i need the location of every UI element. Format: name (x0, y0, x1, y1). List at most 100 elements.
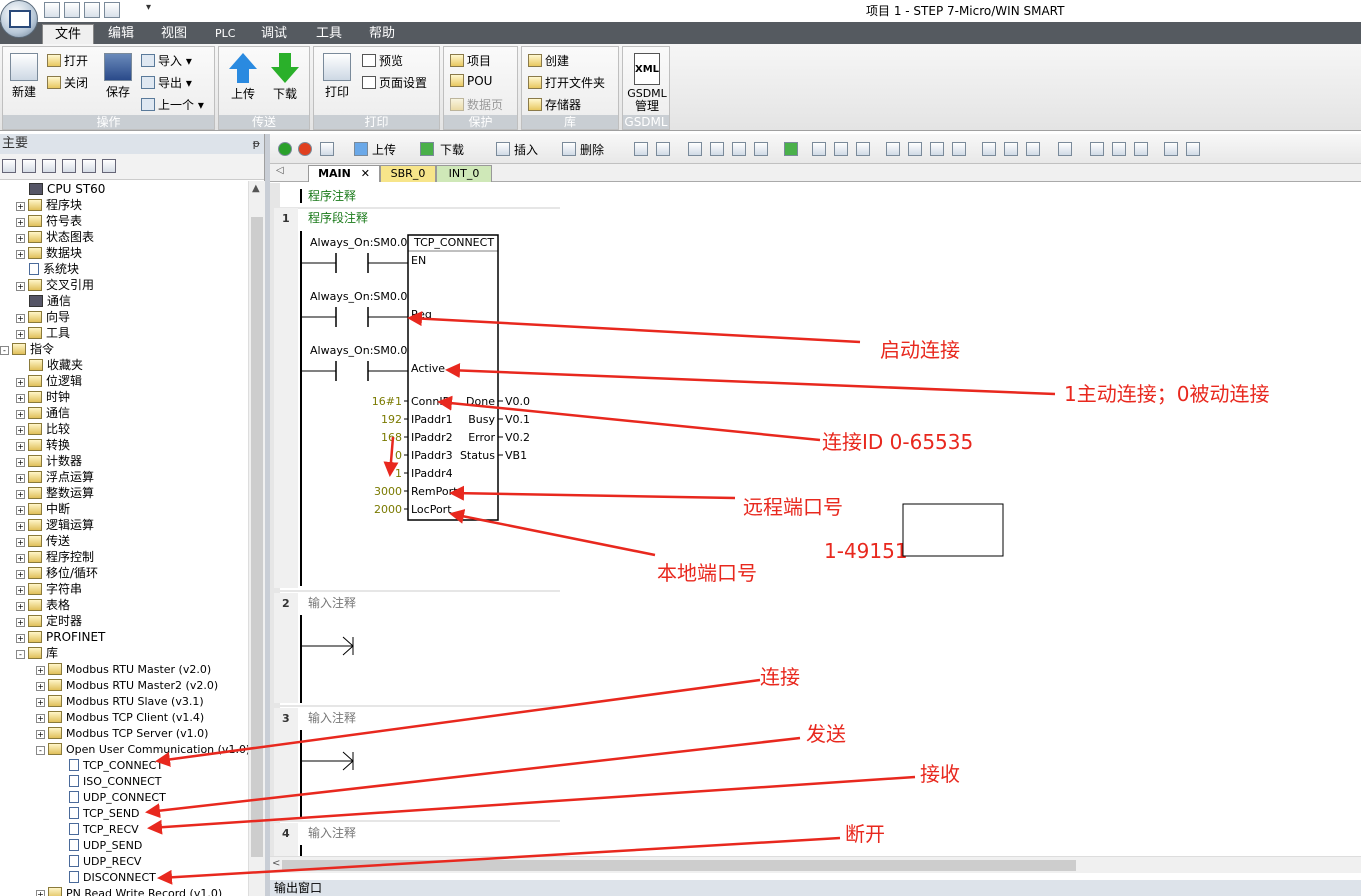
lock-icon[interactable] (834, 142, 848, 156)
expand-icon[interactable]: + (16, 282, 25, 291)
toolbar-icon[interactable] (1186, 142, 1200, 156)
toolbar-icon[interactable] (1134, 142, 1148, 156)
toolbar-icon[interactable] (634, 142, 648, 156)
tree-item[interactable]: + 中断 (16, 501, 70, 517)
protect-project-button[interactable]: 项目 (450, 52, 491, 69)
input-value[interactable]: 0 (395, 449, 402, 462)
tree-item[interactable]: + Modbus TCP Client (v1.4) (36, 709, 204, 725)
contact-active[interactable]: Always_On:SM0.0 (301, 344, 408, 381)
run-icon[interactable] (278, 142, 292, 156)
toolbar-icon[interactable] (1090, 142, 1104, 156)
expand-icon[interactable]: + (16, 506, 25, 515)
tab-help[interactable]: 帮助 (369, 24, 395, 44)
gsdml-manage-button[interactable]: XML GSDML 管理 (625, 49, 669, 113)
expand-icon[interactable]: + (16, 538, 25, 547)
expand-icon[interactable]: + (16, 442, 25, 451)
protect-datablock-button[interactable]: 数据页 (450, 96, 503, 113)
view-icon[interactable] (62, 159, 76, 173)
input-value[interactable]: 16#1 (372, 395, 402, 408)
tree-item[interactable]: + 符号表 (16, 213, 82, 229)
upload-icon[interactable] (354, 142, 368, 156)
tree-item[interactable]: 系统块 (16, 261, 79, 277)
tree-item[interactable]: TCP_RECV (56, 821, 139, 837)
pin-icon[interactable]: ᵽ (253, 134, 260, 154)
new-button[interactable]: 新建 (7, 53, 41, 100)
create-library-button[interactable]: 创建 (528, 52, 569, 69)
new-file-icon[interactable] (44, 2, 60, 18)
tree-item[interactable]: TCP_SEND (56, 805, 140, 821)
line-up-icon[interactable] (930, 142, 944, 156)
program-comment[interactable]: 程序注释 (308, 188, 356, 203)
output-value[interactable]: V0.2 (505, 431, 530, 444)
input-value[interactable]: 192 (381, 413, 402, 426)
tab-tools[interactable]: 工具 (316, 24, 342, 44)
expand-icon[interactable]: + (16, 218, 25, 227)
tree-item[interactable]: + 向导 (16, 309, 70, 325)
tab-debug[interactable]: 调试 (261, 24, 287, 44)
protect-pou-button[interactable]: POU (450, 74, 492, 88)
output-value[interactable]: V0.0 (505, 395, 530, 408)
upload-button[interactable]: 上传 (372, 141, 396, 158)
download-icon[interactable] (420, 142, 434, 156)
output-value[interactable]: VB1 (505, 449, 527, 462)
expand-icon[interactable]: + (16, 474, 25, 483)
tree-item[interactable]: + 程序块 (16, 197, 82, 213)
delete-icon[interactable] (562, 142, 576, 156)
expand-icon[interactable]: + (16, 378, 25, 387)
tree-item[interactable]: + Modbus RTU Slave (v3.1) (36, 693, 204, 709)
upload-button[interactable]: 上传 (225, 51, 261, 102)
print-icon[interactable] (104, 2, 120, 18)
scroll-thumb[interactable] (282, 860, 1076, 871)
tree-item[interactable]: + 整数运算 (16, 485, 94, 501)
import-button[interactable]: 导入 ▾ (141, 52, 192, 69)
tree-item[interactable]: + 表格 (16, 597, 70, 613)
tab-file[interactable]: 文件 (42, 24, 95, 44)
tree-item[interactable]: + PROFINET (16, 629, 105, 645)
line-down-icon[interactable] (908, 142, 922, 156)
tree-item[interactable]: UDP_CONNECT (56, 789, 166, 805)
expand-icon[interactable]: + (16, 634, 25, 643)
expand-icon[interactable]: + (36, 890, 45, 896)
lock-icon[interactable] (812, 142, 826, 156)
expand-icon[interactable]: + (16, 426, 25, 435)
tree-item[interactable]: + 位逻辑 (16, 373, 82, 389)
tab-sbr0[interactable]: SBR_0 (380, 165, 436, 182)
print-button[interactable]: 打印 (320, 53, 354, 100)
tree-item[interactable]: - 指令 (0, 341, 54, 357)
open-folder-icon[interactable] (64, 2, 80, 18)
output-value[interactable]: V0.1 (505, 413, 530, 426)
view-icon[interactable] (22, 159, 36, 173)
tree-item[interactable]: + 字符串 (16, 581, 82, 597)
tree-item[interactable]: -库 (16, 645, 58, 661)
branch-icon[interactable] (886, 142, 900, 156)
tree-item[interactable]: + 工具 (16, 325, 70, 341)
collapse-icon[interactable]: - (36, 746, 45, 755)
expand-icon[interactable]: + (16, 330, 25, 339)
tree-item[interactable]: + Modbus RTU Master2 (v2.0) (36, 677, 218, 693)
expand-icon[interactable]: + (16, 570, 25, 579)
network-comment[interactable]: 输入注释 (308, 710, 356, 725)
toolbar-icon[interactable] (754, 142, 768, 156)
expand-icon[interactable]: + (36, 666, 45, 675)
expand-icon[interactable]: + (16, 490, 25, 499)
tree-item[interactable]: + 定时器 (16, 613, 82, 629)
open-library-folder-button[interactable]: 打开文件夹 (528, 74, 605, 91)
stop-icon[interactable] (298, 142, 312, 156)
toolbar-icon[interactable] (656, 142, 670, 156)
tree-item[interactable]: + 比较 (16, 421, 70, 437)
input-value[interactable]: 168 (381, 431, 402, 444)
input-value[interactable]: 1 (395, 467, 402, 480)
collapse-icon[interactable]: - (0, 346, 9, 355)
expand-icon[interactable]: + (16, 522, 25, 531)
tree-item[interactable]: + 数据块 (16, 245, 82, 261)
tree-item[interactable]: + 通信 (16, 405, 70, 421)
editor-horizontal-scrollbar[interactable]: < (270, 856, 1361, 873)
insert-button[interactable]: 插入 (514, 141, 538, 158)
lock-icon[interactable] (856, 142, 870, 156)
tree-item[interactable]: + 状态图表 (16, 229, 94, 245)
open-button[interactable]: 打开 (47, 52, 88, 69)
expand-icon[interactable]: + (36, 698, 45, 707)
contact-req[interactable]: Always_On:SM0.0 (301, 290, 408, 327)
tree-item[interactable]: 通信 (16, 293, 71, 309)
collapse-icon[interactable]: - (16, 650, 25, 659)
